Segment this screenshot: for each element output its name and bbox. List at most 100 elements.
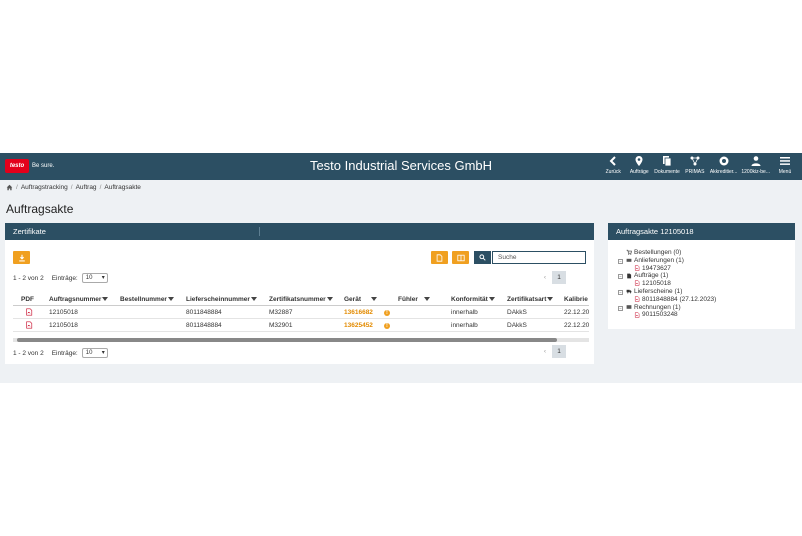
tree-node-lieferscheine[interactable]: − Lieferscheine (1)	[618, 288, 716, 296]
col-fuehler[interactable]: Fühler	[398, 296, 430, 303]
col-label: Konformität	[451, 296, 488, 303]
file-icon	[436, 253, 443, 262]
info-button[interactable]: !	[384, 309, 390, 316]
info-button[interactable]: !	[384, 322, 390, 329]
filter-icon[interactable]	[488, 297, 495, 302]
info-icon: !	[384, 322, 390, 329]
home-icon[interactable]	[6, 184, 13, 191]
tree-label: 8011848884 (27.12.2023)	[642, 295, 717, 303]
tree-node-rechnungen[interactable]: − Rechnungen (1)	[618, 304, 716, 312]
documents-icon	[663, 156, 672, 167]
nav-orders[interactable]: Aufträge	[628, 155, 650, 175]
back-icon	[609, 156, 616, 166]
cell-konformitaet: innerhalb	[451, 309, 478, 316]
app-window: testo Be sure. Testo Industrial Services…	[0, 153, 802, 383]
export-csv-button[interactable]	[431, 251, 448, 264]
filter-icon[interactable]	[167, 297, 174, 302]
pdf-download[interactable]	[25, 321, 33, 331]
search-button[interactable]	[474, 251, 491, 264]
nav-documents[interactable]: Dokumente	[654, 155, 680, 175]
seal-icon	[719, 156, 729, 166]
page-title: Auftragsakte	[6, 202, 74, 216]
breadcrumb-auftragstracking[interactable]: Auftragstracking	[21, 184, 68, 191]
filter-icon[interactable]	[102, 297, 109, 302]
page-button[interactable]: 1	[552, 271, 566, 284]
nav-label: Aufträge	[629, 169, 649, 175]
cell-zertifikatsart: DAkkS	[507, 322, 527, 329]
horizontal-scrollbar[interactable]	[13, 338, 589, 342]
entries-label: Einträge:	[51, 274, 78, 282]
col-kalibrierdatum[interactable]: Kalibrie	[564, 296, 588, 303]
nav-label: Zurück	[605, 169, 621, 175]
filter-icon[interactable]	[547, 297, 554, 302]
filter-icon[interactable]	[326, 297, 333, 302]
cell-geraet-link[interactable]: 13616682	[344, 309, 373, 316]
nav-primas[interactable]: PRIMAS	[684, 155, 706, 175]
columns-button[interactable]	[452, 251, 469, 264]
table-row: 12105018 8011848884 M32887 13616682 ! in…	[13, 306, 589, 319]
breadcrumb-auftrag[interactable]: Auftrag	[76, 184, 97, 191]
col-geraet[interactable]: Gerät	[344, 296, 377, 303]
nav-label: PRIMAS	[685, 169, 705, 175]
top-header: testo Be sure. Testo Industrial Services…	[0, 153, 802, 180]
entries-label: Einträge:	[51, 349, 78, 357]
col-zertifikatsart[interactable]: Zertifikatsart	[507, 296, 554, 303]
col-label: Fühler	[398, 296, 418, 303]
nav-user[interactable]: 1200kiz-be...	[741, 155, 770, 175]
tree-leaf-rechnung[interactable]: 9011503248	[622, 311, 716, 319]
cell-lieferscheinnummer: 8011848884	[186, 309, 222, 316]
document-icon	[627, 273, 632, 279]
tree-leaf-anlieferung[interactable]: 19473627	[622, 265, 716, 273]
top-nav: Zurück Aufträge Dokumente PRIMAS Akkredi…	[602, 155, 796, 175]
user-icon	[751, 156, 761, 166]
table-body: 12105018 8011848884 M32887 13616682 ! in…	[13, 306, 589, 332]
scrollbar-thumb[interactable]	[17, 338, 557, 342]
pdf-icon	[634, 312, 640, 318]
nav-accreditation[interactable]: Akkreditier...	[710, 155, 737, 175]
cell-zertifikatsnummer: M32887	[269, 309, 293, 316]
filter-icon[interactable]	[250, 297, 257, 302]
cell-geraet-link[interactable]: 13625452	[344, 322, 373, 329]
tree-leaf-lieferschein[interactable]: 8011848884 (27.12.2023)	[622, 296, 716, 304]
col-lieferscheinnummer[interactable]: Lieferscheinnummer	[186, 296, 257, 303]
collapse-toggle[interactable]: −	[618, 258, 623, 264]
filter-icon[interactable]	[370, 297, 377, 302]
entries-select[interactable]: 10	[81, 348, 108, 358]
search-input[interactable]: Suche	[492, 251, 586, 264]
nav-menu[interactable]: Menü	[774, 155, 796, 175]
pager-bottom: 1 - 2 von 2 Einträge: 10	[13, 348, 108, 358]
col-label: Zertifikatsnummer	[269, 296, 326, 303]
truck-icon	[626, 290, 632, 294]
col-pdf[interactable]: PDF	[21, 296, 34, 303]
pdf-download[interactable]	[25, 308, 33, 318]
tree-leaf-auftrag[interactable]: 12105018	[622, 280, 716, 288]
pdf-icon	[634, 265, 640, 271]
tree-node-anlieferungen[interactable]: − Anlieferungen (1)	[618, 257, 716, 265]
col-auftragsnummer[interactable]: Auftragsnummer	[49, 296, 109, 303]
col-label: Zertifikatsart	[507, 296, 547, 303]
hamburger-icon	[780, 157, 790, 165]
entries-select[interactable]: 10	[81, 273, 108, 283]
record-count: 1 - 2 von 2	[13, 274, 44, 282]
prev-page-button[interactable]: ‹	[538, 345, 552, 358]
collapse-toggle[interactable]: −	[618, 289, 623, 295]
download-button[interactable]	[13, 251, 30, 264]
filter-icon[interactable]	[423, 297, 430, 302]
tree-node-bestellungen[interactable]: Bestellungen (0)	[622, 249, 716, 257]
cell-zertifikatsart: DAkkS	[507, 309, 527, 316]
col-konformitaet[interactable]: Konformität	[451, 296, 495, 303]
collapse-toggle[interactable]: −	[618, 305, 623, 311]
tree-label: Aufträge (1)	[634, 272, 669, 280]
tree-node-auftraege[interactable]: − Aufträge (1)	[618, 272, 716, 280]
collapse-toggle[interactable]: −	[618, 274, 623, 280]
page-button[interactable]: 1	[552, 345, 566, 358]
breadcrumb-auftragsakte: Auftragsakte	[104, 184, 141, 191]
col-zertifikatsnummer[interactable]: Zertifikatsnummer	[269, 296, 333, 303]
cell-lieferscheinnummer: 8011848884	[186, 322, 222, 329]
col-bestellnummer[interactable]: Bestellnummer	[120, 296, 174, 303]
pagination-bottom: ‹ 1	[538, 345, 566, 358]
inbox-icon	[626, 258, 632, 262]
pdf-icon	[634, 280, 640, 287]
nav-back[interactable]: Zurück	[602, 155, 624, 175]
prev-page-button[interactable]: ‹	[538, 271, 552, 284]
